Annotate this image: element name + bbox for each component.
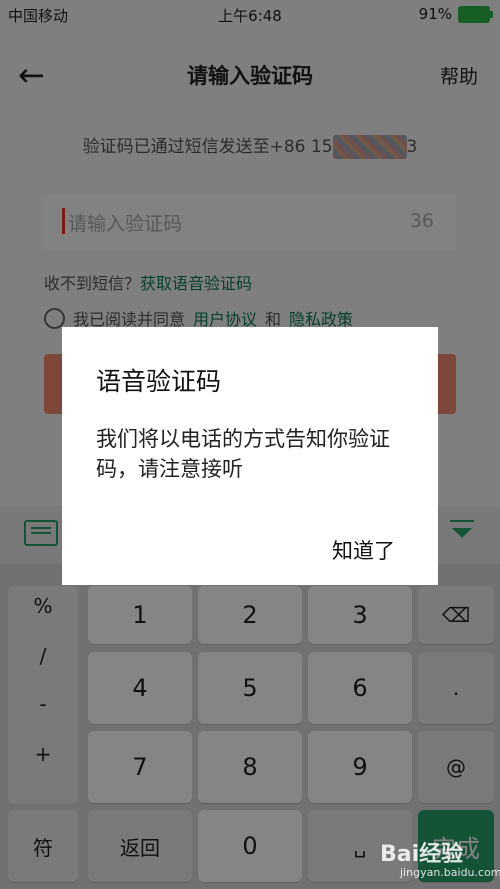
dialog-message: 我们将以电话的方式告知你验证码，请注意接听	[96, 427, 390, 481]
baidu-watermark: Bai经验	[380, 842, 464, 867]
dialog-title: 语音验证码	[96, 367, 222, 396]
watermark-url: jingyan.baidu.com	[400, 866, 500, 879]
dialog-ok-button[interactable]: 知道了	[332, 535, 395, 565]
